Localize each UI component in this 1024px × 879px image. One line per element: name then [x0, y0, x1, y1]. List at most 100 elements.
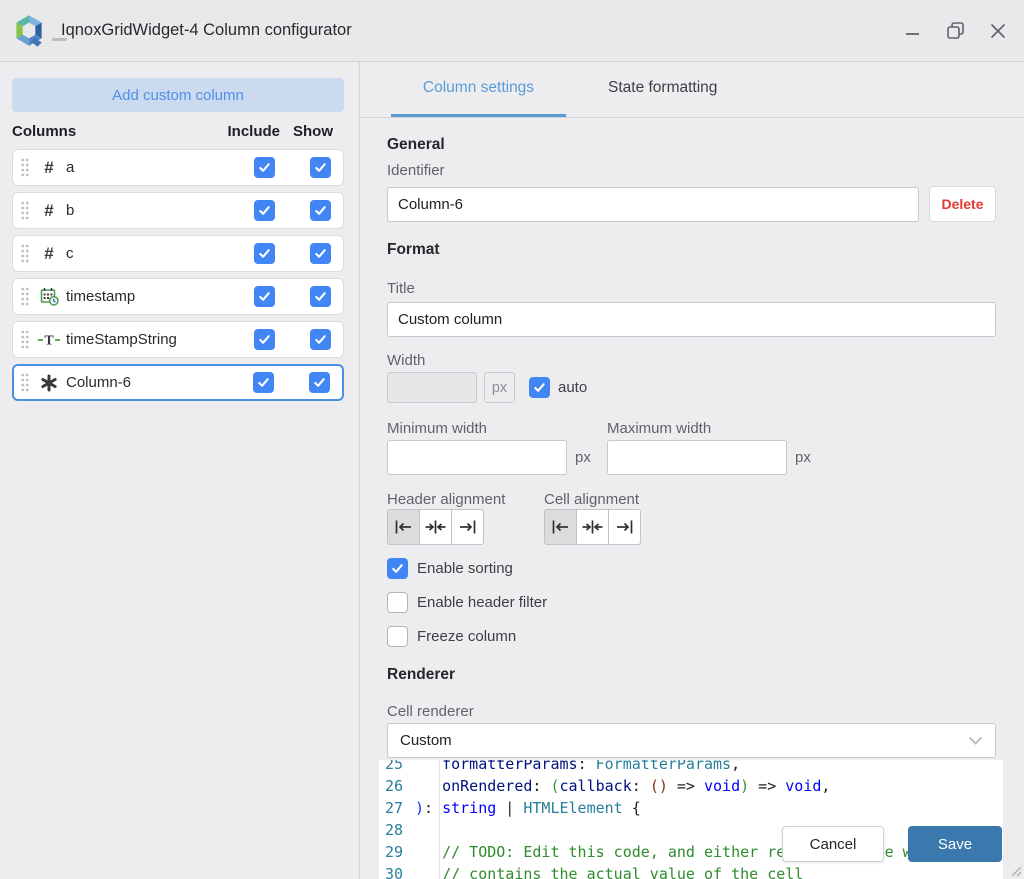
include-header-label: Include [227, 123, 280, 140]
include-checkbox[interactable] [254, 329, 275, 350]
title-input[interactable] [387, 302, 996, 337]
width-label: Width [387, 352, 996, 369]
align-right-icon [458, 520, 477, 534]
column-list-header: Columns Include Show [12, 123, 344, 140]
code-text: // contains the actual value of the cell [415, 863, 1003, 879]
identifier-input[interactable] [387, 187, 919, 222]
code-line: 30 // contains the actual value of the c… [379, 863, 1003, 879]
min-width-input[interactable] [387, 440, 567, 475]
freeze-column-checkbox[interactable] [387, 626, 408, 647]
column-list-item-timestamp[interactable]: timestamp [12, 278, 344, 315]
calendar-clock-icon [37, 287, 61, 306]
include-checkbox[interactable] [254, 157, 275, 178]
column-item-label: Column-6 [66, 374, 131, 391]
close-icon [990, 23, 1006, 39]
delete-column-button[interactable]: Delete [929, 186, 996, 222]
cell-align-right-button[interactable] [608, 509, 641, 545]
width-input[interactable] [387, 372, 477, 403]
column-item-label: timestamp [66, 288, 135, 305]
hash-icon: # [37, 244, 61, 264]
line-number: 26 [379, 775, 415, 797]
header-alignment-label: Header alignment [387, 491, 544, 508]
header-align-center-button[interactable] [419, 509, 452, 545]
enable-sorting-checkbox[interactable] [387, 558, 408, 579]
window-title: IqnoxGridWidget-4 Column configurator [61, 21, 352, 40]
align-left-icon [394, 520, 413, 534]
cell-alignment-group [544, 509, 641, 545]
add-custom-column-button[interactable]: Add custom column [12, 78, 344, 112]
include-checkbox[interactable] [254, 243, 275, 264]
enable-sorting-label: Enable sorting [417, 560, 513, 577]
include-checkbox[interactable] [254, 200, 275, 221]
format-heading: Format [387, 241, 996, 259]
show-checkbox[interactable] [309, 372, 330, 393]
code-text: ): string | HTMLElement { [415, 797, 1003, 819]
show-checkbox[interactable] [310, 157, 331, 178]
column-list-item-timestampstring[interactable]: T timeStampString [12, 321, 344, 358]
code-line: 27): string | HTMLElement { [379, 797, 1003, 819]
cell-renderer-select[interactable]: Custom [387, 723, 996, 758]
align-center-icon [425, 520, 446, 534]
show-checkbox[interactable] [310, 200, 331, 221]
restore-icon [947, 22, 964, 39]
column-item-label: a [66, 159, 74, 176]
logo-underline [52, 38, 67, 41]
settings-content: General Identifier Delete Format Title W… [360, 118, 1024, 879]
hash-icon: # [37, 201, 61, 221]
drag-handle-icon[interactable] [20, 157, 30, 178]
enable-header-filter-checkbox[interactable] [387, 592, 408, 613]
show-checkbox[interactable] [310, 243, 331, 264]
drag-handle-icon[interactable] [20, 372, 30, 393]
max-width-label: Maximum width [607, 420, 827, 437]
minimize-button[interactable] [902, 21, 922, 41]
cancel-button[interactable]: Cancel [782, 826, 884, 862]
drag-handle-icon[interactable] [20, 329, 30, 350]
drag-handle-icon[interactable] [20, 200, 30, 221]
close-button[interactable] [988, 21, 1008, 41]
align-left-icon [551, 520, 570, 534]
chevron-down-icon [968, 736, 983, 746]
include-checkbox[interactable] [254, 286, 275, 307]
resize-handle[interactable] [1008, 863, 1022, 877]
header-alignment-group [387, 509, 484, 545]
save-button[interactable]: Save [908, 826, 1002, 862]
tab-state-formatting[interactable]: State formatting [566, 62, 759, 117]
max-width-unit: px [795, 449, 811, 466]
drag-handle-icon[interactable] [20, 286, 30, 307]
header-align-right-button[interactable] [451, 509, 484, 545]
cell-align-center-button[interactable] [576, 509, 609, 545]
code-line: 26 onRendered: (callback: () => void) =>… [379, 775, 1003, 797]
auto-width-checkbox[interactable] [529, 377, 550, 398]
cell-renderer-label: Cell renderer [387, 703, 996, 720]
column-list-item-a[interactable]: # a [12, 149, 344, 186]
code-line: 25 formatterParams: FormatterParams, [379, 760, 1003, 775]
line-number: 27 [379, 797, 415, 819]
enable-sorting-row: Enable sorting [387, 558, 996, 579]
drag-handle-icon[interactable] [20, 243, 30, 264]
max-width-input[interactable] [607, 440, 787, 475]
enable-header-filter-label: Enable header filter [417, 594, 547, 611]
asterisk-icon [37, 374, 61, 392]
columns-header-label: Columns [12, 123, 76, 140]
align-right-icon [615, 520, 634, 534]
align-center-icon [582, 520, 603, 534]
column-list-item-column-6[interactable]: Column-6 [12, 364, 344, 401]
show-header-label: Show [293, 123, 333, 140]
code-text: onRendered: (callback: () => void) => vo… [415, 775, 1003, 797]
show-checkbox[interactable] [310, 329, 331, 350]
include-checkbox[interactable] [253, 372, 274, 393]
line-number: 29 [379, 841, 415, 863]
renderer-heading: Renderer [387, 666, 996, 684]
header-align-left-button[interactable] [387, 509, 420, 545]
column-item-label: b [66, 202, 74, 219]
column-list-item-b[interactable]: # b [12, 192, 344, 229]
show-checkbox[interactable] [310, 286, 331, 307]
tab-column-settings[interactable]: Column settings [391, 62, 566, 117]
main-area: Add custom column Columns Include Show #… [0, 62, 1024, 879]
identifier-label: Identifier [387, 162, 996, 179]
restore-button[interactable] [945, 21, 965, 41]
tab-bar: Column settings State formatting [360, 62, 1024, 118]
column-list-item-c[interactable]: # c [12, 235, 344, 272]
cell-align-left-button[interactable] [544, 509, 577, 545]
min-width-unit: px [575, 449, 591, 466]
